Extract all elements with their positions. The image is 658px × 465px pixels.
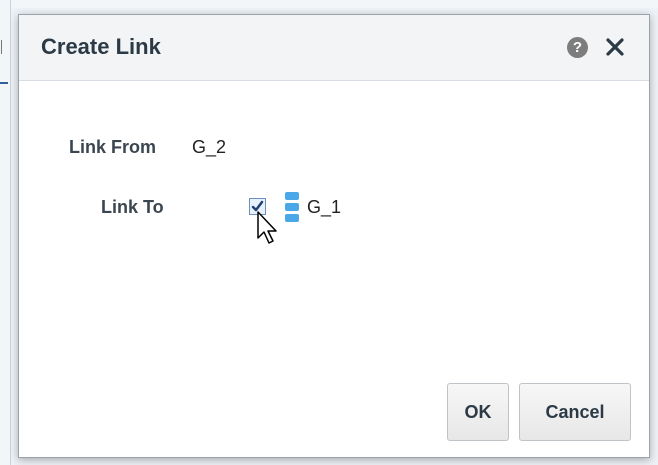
background-text-fragment [1, 40, 6, 54]
dialog-header: Create Link ? [19, 15, 649, 81]
link-to-item-label: G_1 [307, 197, 342, 217]
link-to-label: Link To [101, 197, 164, 217]
help-icon[interactable]: ? [567, 37, 588, 58]
link-to-checkbox[interactable] [249, 198, 266, 215]
background-toolbar [0, 0, 658, 8]
ok-button[interactable]: OK [447, 383, 509, 441]
dialog-title: Create Link [41, 34, 161, 59]
background-panel [0, 0, 11, 465]
cancel-button[interactable]: Cancel [519, 383, 631, 441]
checkmark-icon [251, 200, 264, 212]
close-icon[interactable] [603, 35, 627, 59]
create-link-dialog: Create Link ? Link From G_2 Link To G_1 … [18, 14, 650, 458]
background-accent-line [0, 82, 8, 84]
link-from-value: G_2 [192, 137, 227, 157]
database-icon [285, 192, 299, 222]
link-from-label: Link From [69, 137, 157, 157]
